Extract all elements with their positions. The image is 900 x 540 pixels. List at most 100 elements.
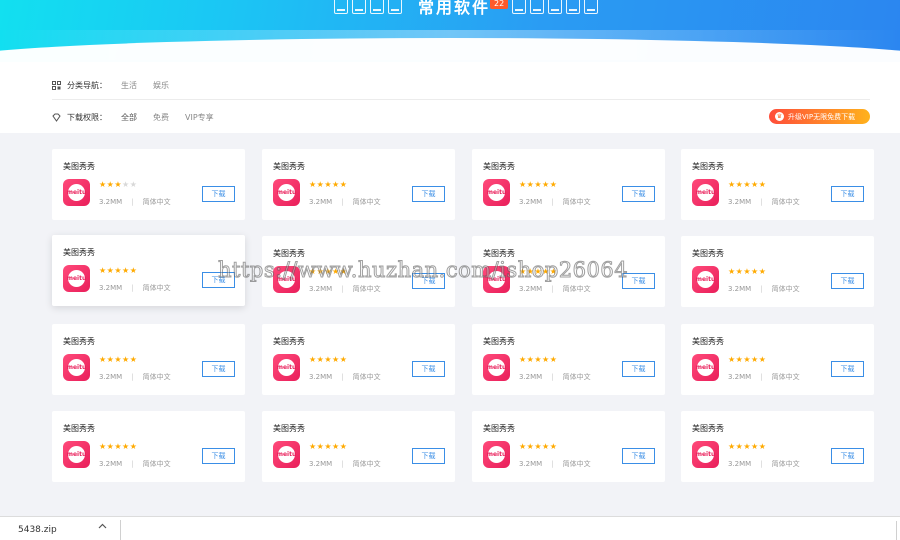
download-button[interactable]: 下载	[412, 186, 445, 202]
software-meta: 3.2MM | 简体中文	[309, 197, 381, 207]
software-name[interactable]: 美图秀秀	[483, 161, 515, 172]
software-language: 简体中文	[352, 285, 381, 293]
software-card[interactable]: 美图秀秀 meitu ★★★★★ 3.2MM | 简体中文 下载	[681, 324, 874, 395]
software-name[interactable]: 美图秀秀	[692, 423, 724, 434]
download-button[interactable]: 下载	[831, 448, 864, 464]
software-name[interactable]: 美图秀秀	[273, 336, 305, 347]
star-icon: ★	[309, 267, 317, 276]
vip-upgrade-button[interactable]: ♛ 升级VIP无限免费下载	[769, 109, 870, 124]
computer-icon	[512, 0, 526, 14]
download-button[interactable]: 下载	[622, 361, 655, 377]
software-card[interactable]: 美图秀秀 meitu ★★★★★ 3.2MM | 简体中文 下载	[472, 236, 665, 307]
star-icon: ★	[339, 355, 348, 364]
permission-option-free[interactable]: 免费	[153, 112, 169, 123]
meta-separator: |	[551, 198, 554, 206]
star-icon: ★	[743, 442, 752, 451]
software-card[interactable]: 美图秀秀 meitu ★★★★★ 3.2MM | 简体中文 下载	[262, 149, 455, 220]
software-name[interactable]: 美图秀秀	[692, 161, 724, 172]
download-button[interactable]: 下载	[412, 361, 445, 377]
software-name[interactable]: 美图秀秀	[273, 161, 305, 172]
star-icon: ★	[549, 267, 558, 276]
download-button[interactable]: 下载	[202, 186, 235, 202]
download-button[interactable]: 下载	[202, 361, 235, 377]
app-icon[interactable]: meitu	[483, 354, 510, 381]
app-icon[interactable]: meitu	[273, 441, 300, 468]
download-button[interactable]: 下载	[622, 186, 655, 202]
software-name[interactable]: 美图秀秀	[273, 248, 305, 259]
app-icon[interactable]: meitu	[63, 179, 90, 206]
computer-icon	[352, 0, 366, 14]
app-icon[interactable]: meitu	[692, 441, 719, 468]
software-card[interactable]: 美图秀秀 meitu ★★★★★ 3.2MM | 简体中文 下载	[681, 236, 874, 307]
filter-panel: 分类导航： 生活 娱乐 下载权限： 全部 免费 VIP专享 ♛ 升级VIP无限免…	[0, 62, 900, 133]
software-name[interactable]: 美图秀秀	[63, 247, 95, 258]
software-name[interactable]: 美图秀秀	[63, 161, 95, 172]
software-name[interactable]: 美图秀秀	[63, 423, 95, 434]
app-icon[interactable]: meitu	[692, 354, 719, 381]
download-button[interactable]: 下载	[622, 273, 655, 289]
category-option-entertainment[interactable]: 娱乐	[153, 80, 169, 91]
software-card[interactable]: 美图秀秀 meitu ★★★★★ 3.2MM | 简体中文 下载	[262, 411, 455, 482]
software-card[interactable]: 美图秀秀 meitu ★★★★★ 3.2MM | 简体中文 下载	[262, 324, 455, 395]
app-icon[interactable]: meitu	[273, 354, 300, 381]
software-card[interactable]: 美图秀秀 meitu ★★★★★ 3.2MM | 简体中文 下载	[681, 411, 874, 482]
app-icon[interactable]: meitu	[692, 179, 719, 206]
software-card[interactable]: 美图秀秀 meitu ★★★★★ 3.2MM | 简体中文 下载	[52, 324, 245, 395]
star-icon: ★	[129, 180, 138, 189]
software-card[interactable]: 美图秀秀 meitu ★★★★★ 3.2MM | 简体中文 下载	[262, 236, 455, 307]
software-name[interactable]: 美图秀秀	[273, 423, 305, 434]
app-icon-text: meitu	[486, 188, 507, 196]
rating-stars: ★★★★★	[728, 268, 766, 276]
software-name[interactable]: 美图秀秀	[692, 248, 724, 259]
software-name[interactable]: 美图秀秀	[692, 336, 724, 347]
app-icon[interactable]: meitu	[63, 441, 90, 468]
star-icon: ★	[534, 267, 543, 276]
app-icon[interactable]: meitu	[692, 266, 719, 293]
star-icon: ★	[129, 266, 138, 275]
software-size: 3.2MM	[728, 285, 752, 293]
download-button[interactable]: 下载	[412, 273, 445, 289]
download-button[interactable]: 下载	[831, 361, 864, 377]
download-button[interactable]: 下载	[831, 273, 864, 289]
rating-stars: ★★★★★	[99, 267, 137, 275]
download-button[interactable]: 下载	[412, 448, 445, 464]
software-name[interactable]: 美图秀秀	[483, 423, 515, 434]
software-card[interactable]: 美图秀秀 meitu ★★★★★ 3.2MM | 简体中文 下载	[472, 324, 665, 395]
download-button[interactable]: 下载	[202, 272, 235, 288]
download-button[interactable]: 下载	[831, 186, 864, 202]
app-icon[interactable]: meitu	[483, 266, 510, 293]
software-size: 3.2MM	[99, 284, 123, 292]
download-button[interactable]: 下载	[622, 448, 655, 464]
app-icon[interactable]: meitu	[273, 266, 300, 293]
star-icon: ★	[324, 267, 333, 276]
software-card[interactable]: 美图秀秀 meitu ★★★★★ 3.2MM | 简体中文 下载	[472, 411, 665, 482]
software-card[interactable]: 美图秀秀 meitu ★★★★★ 3.2MM | 简体中文 下载	[472, 149, 665, 220]
software-name[interactable]: 美图秀秀	[483, 336, 515, 347]
category-option-life[interactable]: 生活	[121, 80, 137, 91]
software-card[interactable]: 美图秀秀 meitu ★★★★★ 3.2MM | 简体中文 下载	[52, 411, 245, 482]
app-icon[interactable]: meitu	[63, 265, 90, 292]
download-filename[interactable]: 5438.zip	[18, 525, 57, 535]
software-card[interactable]: 美图秀秀 meitu ★★★★★ 3.2MM | 简体中文 下载	[681, 149, 874, 220]
chevron-up-icon[interactable]	[98, 522, 107, 534]
app-icon[interactable]: meitu	[273, 179, 300, 206]
software-size: 3.2MM	[99, 198, 123, 206]
software-card[interactable]: 美图秀秀 meitu ★★★★★ 3.2MM | 简体中文 下载	[52, 149, 245, 220]
meta-separator: |	[551, 285, 554, 293]
permission-option-all[interactable]: 全部	[121, 112, 137, 123]
app-icon[interactable]: meitu	[483, 179, 510, 206]
app-icon[interactable]: meitu	[63, 354, 90, 381]
star-icon: ★	[728, 267, 736, 276]
app-icon-text: meitu	[695, 363, 716, 371]
software-name[interactable]: 美图秀秀	[63, 336, 95, 347]
software-name[interactable]: 美图秀秀	[483, 248, 515, 259]
download-button[interactable]: 下载	[202, 448, 235, 464]
permission-option-vip[interactable]: VIP专享	[185, 112, 214, 123]
meta-separator: |	[760, 285, 763, 293]
app-icon[interactable]: meitu	[483, 441, 510, 468]
star-icon: ★	[743, 267, 752, 276]
software-card[interactable]: 美图秀秀 meitu ★★★★★ 3.2MM | 简体中文 下载	[52, 235, 245, 306]
app-icon-text: meitu	[486, 363, 507, 371]
computer-icon	[584, 0, 598, 14]
rating-stars: ★★★★★	[99, 181, 137, 189]
